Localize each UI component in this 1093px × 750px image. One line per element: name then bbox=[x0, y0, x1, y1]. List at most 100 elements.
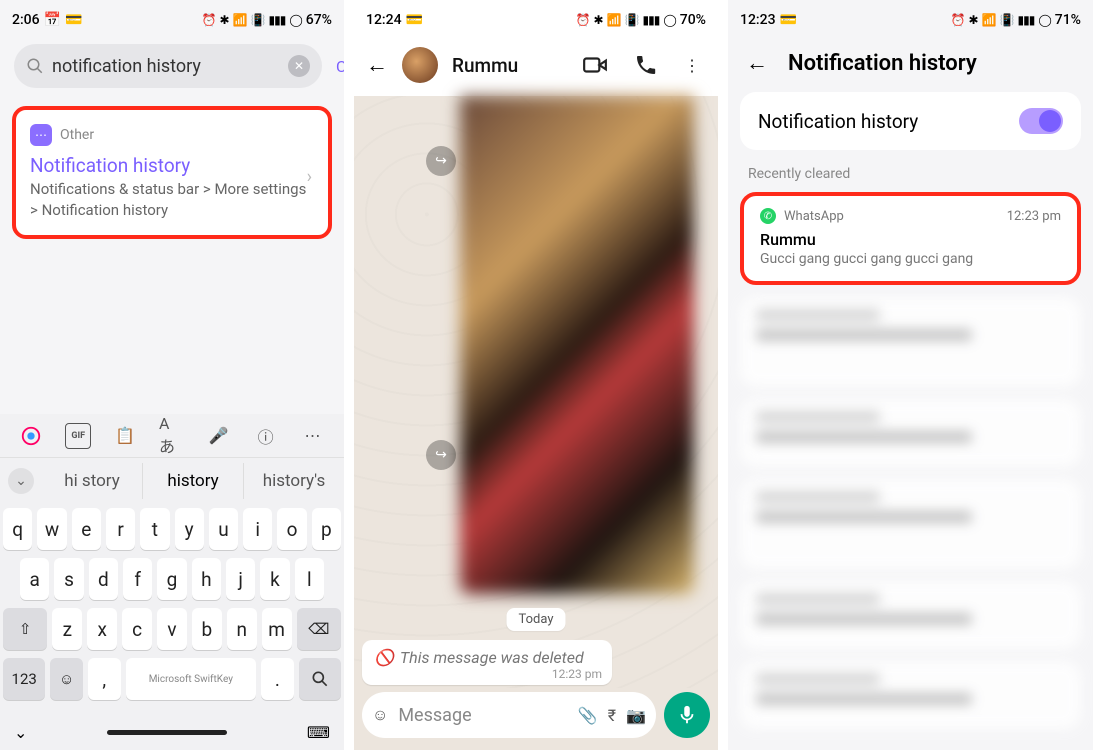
period-key[interactable]: . bbox=[261, 658, 294, 700]
image-message[interactable] bbox=[460, 96, 694, 594]
numbers-key[interactable]: 123 bbox=[3, 658, 45, 700]
forward-button[interactable]: ↪ bbox=[426, 146, 456, 176]
search-field[interactable]: ✕ bbox=[14, 44, 322, 88]
wifi-icon: 📶 bbox=[607, 13, 621, 27]
wifi-icon: 📶 bbox=[233, 13, 247, 27]
notification-item-whatsapp[interactable]: ✆ WhatsApp 12:23 pm Rummu Gucci gang guc… bbox=[740, 192, 1081, 285]
info-icon[interactable]: ⓘ bbox=[253, 423, 279, 449]
keyboard-hide-icon[interactable]: ⌄ bbox=[14, 723, 27, 742]
status-battery: 70% bbox=[680, 12, 706, 28]
key-l[interactable]: l bbox=[295, 558, 324, 600]
loop-icon: ◯ bbox=[289, 13, 301, 27]
keyboard-settings-icon[interactable]: ⌨ bbox=[307, 723, 330, 742]
status-bar: 12:24 💳 ⏰ ✱ 📶 📳 ▮▮▮ ◯ 70% bbox=[354, 0, 718, 34]
notification-history-screen: 12:23 💳 ⏰ ✱ 📶 📳 ▮▮▮ ◯ 71% ← Notification… bbox=[728, 0, 1093, 750]
cancel-button[interactable]: Cancel bbox=[336, 57, 344, 76]
clear-search-button[interactable]: ✕ bbox=[288, 55, 310, 77]
gif-icon[interactable]: GIF bbox=[65, 423, 91, 449]
chat-area[interactable]: ↪ ↪ Today 🚫This message was deleted 12:2… bbox=[354, 96, 718, 688]
key-r[interactable]: r bbox=[106, 508, 135, 550]
key-i[interactable]: i bbox=[243, 508, 272, 550]
key-v[interactable]: v bbox=[157, 608, 187, 650]
camera-icon[interactable]: 📷 bbox=[626, 706, 646, 725]
key-q[interactable]: q bbox=[3, 508, 32, 550]
deleted-text: This message was deleted bbox=[400, 648, 584, 667]
bluetooth-icon: ✱ bbox=[220, 13, 229, 27]
key-x[interactable]: x bbox=[87, 608, 117, 650]
avatar[interactable] bbox=[402, 47, 438, 83]
back-button[interactable]: ← bbox=[746, 50, 768, 76]
backspace-key[interactable]: ⌫ bbox=[297, 608, 341, 650]
contact-name[interactable]: Rummu bbox=[452, 54, 562, 77]
more-menu-button[interactable]: ⋮ bbox=[678, 56, 706, 75]
suggestion-2[interactable]: history bbox=[142, 463, 243, 499]
deleted-message[interactable]: 🚫This message was deleted 12:23 pm bbox=[362, 640, 612, 685]
forward-button[interactable]: ↪ bbox=[426, 440, 456, 470]
toggle-label: Notification history bbox=[758, 110, 918, 133]
whatsapp-chat-screen: 12:24 💳 ⏰ ✱ 📶 📳 ▮▮▮ ◯ 70% ← Rummu ⋮ ↪ ↪ … bbox=[354, 0, 718, 750]
emoji-icon[interactable]: ☺ bbox=[372, 705, 388, 725]
voice-message-button[interactable] bbox=[664, 692, 710, 738]
key-y[interactable]: y bbox=[175, 508, 204, 550]
notification-history-toggle-row[interactable]: Notification history bbox=[740, 92, 1081, 150]
key-p[interactable]: p bbox=[312, 508, 341, 550]
key-n[interactable]: n bbox=[227, 608, 257, 650]
rupee-icon[interactable]: ₹ bbox=[608, 706, 616, 725]
key-j[interactable]: j bbox=[226, 558, 255, 600]
collapse-suggestions-button[interactable]: ⌄ bbox=[8, 468, 34, 494]
notification-title: Rummu bbox=[760, 230, 1061, 249]
key-b[interactable]: b bbox=[192, 608, 222, 650]
notification-item-blurred[interactable] bbox=[740, 297, 1081, 387]
search-enter-key[interactable] bbox=[299, 658, 341, 700]
alarm-icon: ⏰ bbox=[576, 13, 590, 27]
suggestion-1[interactable]: hi story bbox=[42, 463, 142, 499]
translate-icon[interactable]: Aあ bbox=[159, 423, 185, 449]
result-title: Notification history bbox=[30, 154, 314, 177]
space-key[interactable]: Microsoft SwiftKey bbox=[126, 658, 256, 700]
search-result-notification-history[interactable]: ⋯ Other Notification history Notificatio… bbox=[12, 106, 332, 239]
more-icon[interactable]: ⋯ bbox=[299, 423, 325, 449]
key-m[interactable]: m bbox=[262, 608, 292, 650]
notification-item-blurred[interactable] bbox=[740, 661, 1081, 729]
status-battery: 71% bbox=[1055, 12, 1081, 28]
comma-key[interactable]: , bbox=[88, 658, 121, 700]
suggestion-3[interactable]: history's bbox=[243, 463, 344, 499]
video-call-button[interactable] bbox=[576, 52, 614, 78]
emoji-key[interactable]: ☺ bbox=[50, 658, 83, 700]
key-a[interactable]: a bbox=[20, 558, 49, 600]
calendar-icon: 📅 bbox=[44, 12, 61, 28]
toggle-switch[interactable] bbox=[1019, 108, 1063, 134]
key-w[interactable]: w bbox=[37, 508, 66, 550]
bluetooth-icon: ✱ bbox=[594, 13, 603, 27]
key-h[interactable]: h bbox=[192, 558, 221, 600]
voice-call-button[interactable] bbox=[628, 53, 664, 77]
category-label: Other bbox=[60, 127, 94, 143]
notification-item-blurred[interactable] bbox=[740, 581, 1081, 649]
notification-item-blurred[interactable] bbox=[740, 399, 1081, 467]
search-input[interactable] bbox=[52, 56, 280, 77]
attach-icon[interactable]: 📎 bbox=[578, 706, 598, 725]
key-u[interactable]: u bbox=[209, 508, 238, 550]
key-s[interactable]: s bbox=[54, 558, 83, 600]
notification-item-blurred[interactable] bbox=[740, 479, 1081, 569]
key-d[interactable]: d bbox=[89, 558, 118, 600]
key-o[interactable]: o bbox=[277, 508, 306, 550]
input-placeholder: Message bbox=[398, 705, 568, 726]
key-z[interactable]: z bbox=[52, 608, 82, 650]
key-c[interactable]: c bbox=[122, 608, 152, 650]
key-f[interactable]: f bbox=[123, 558, 152, 600]
copilot-icon[interactable] bbox=[18, 423, 44, 449]
home-indicator[interactable] bbox=[107, 730, 227, 735]
key-g[interactable]: g bbox=[157, 558, 186, 600]
clipboard-icon[interactable]: 📋 bbox=[112, 423, 138, 449]
mic-icon[interactable]: 🎤 bbox=[206, 423, 232, 449]
status-time: 2:06 bbox=[12, 12, 40, 28]
signal-icon: ▮▮▮ bbox=[1018, 13, 1035, 27]
back-button[interactable]: ← bbox=[366, 52, 388, 78]
status-battery: 67% bbox=[306, 12, 332, 28]
shift-key[interactable]: ⇧ bbox=[3, 608, 47, 650]
key-t[interactable]: t bbox=[140, 508, 169, 550]
message-input[interactable]: ☺ Message 📎 ₹ 📷 bbox=[362, 692, 656, 738]
key-k[interactable]: k bbox=[260, 558, 289, 600]
key-e[interactable]: e bbox=[72, 508, 101, 550]
